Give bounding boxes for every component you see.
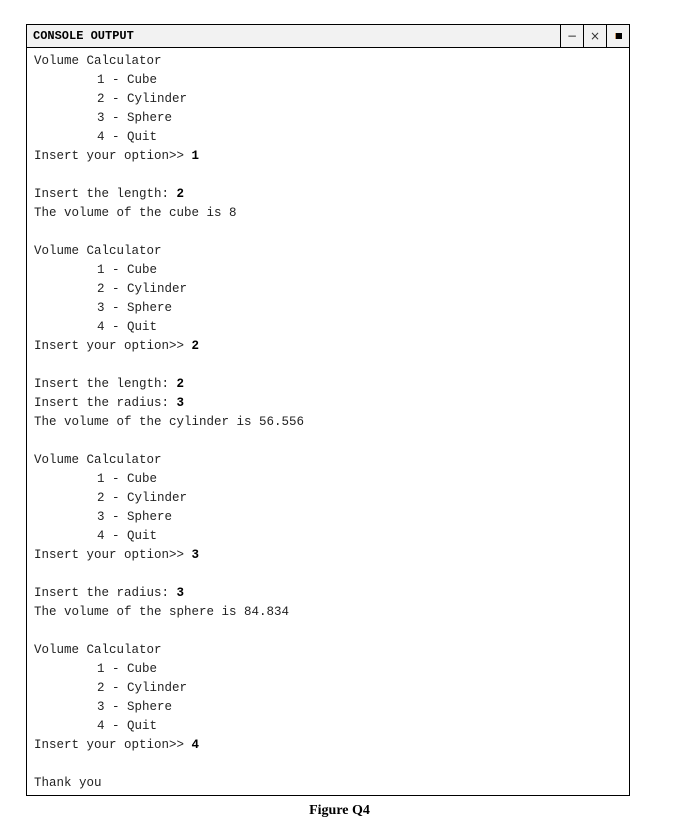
console-line-text: Insert your option>> [34, 149, 192, 163]
console-line-text: 3 - Sphere [97, 111, 173, 125]
user-input: 4 [191, 738, 200, 752]
console-line: Volume Calculator [34, 52, 629, 71]
console-line: The volume of the cube is 8 [34, 204, 629, 223]
console-line-text: 3 - Sphere [97, 700, 173, 714]
console-line-text: The volume of the cylinder is 56.556 [34, 415, 305, 429]
console-line: 3 - Sphere [34, 698, 629, 717]
console-line-text: 1 - Cube [97, 472, 158, 486]
console-line-text: 4 - Quit [97, 529, 158, 543]
console-line: Insert your option>> 4 [34, 736, 629, 755]
console-line-text: Insert your option>> [34, 548, 192, 562]
console-line-text: 1 - Cube [97, 73, 158, 87]
user-input: 2 [176, 377, 185, 391]
console-line: 4 - Quit [34, 717, 629, 736]
console-line-text: Insert the radius: [34, 586, 177, 600]
console-line-text: Volume Calculator [34, 244, 162, 258]
console-line: Insert the radius: 3 [34, 584, 629, 603]
user-input: 3 [176, 586, 185, 600]
close-button[interactable]: × [583, 25, 606, 47]
console-line-text: 3 - Sphere [97, 301, 173, 315]
user-input: 1 [191, 149, 200, 163]
console-line-text: The volume of the cube is 8 [34, 206, 237, 220]
console-output: Volume Calculator 1 - Cube 2 - Cylinder 3 -… [27, 48, 629, 793]
user-input: 3 [191, 548, 200, 562]
console-line: 2 - Cylinder [34, 90, 629, 109]
console-line: 1 - Cube [34, 470, 629, 489]
console-line: The volume of the cylinder is 56.556 [34, 413, 629, 432]
console-line: The volume of the sphere is 84.834 [34, 603, 629, 622]
console-line-text: Volume Calculator [34, 54, 162, 68]
maximize-button[interactable] [606, 25, 629, 47]
console-line: Insert your option>> 3 [34, 546, 629, 565]
console-line-text: Insert your option>> [34, 339, 192, 353]
window-controls: − × [560, 25, 629, 47]
console-line-text: 2 - Cylinder [97, 491, 188, 505]
console-line: 1 - Cube [34, 660, 629, 679]
console-line: 4 - Quit [34, 318, 629, 337]
console-line: 2 - Cylinder [34, 679, 629, 698]
user-input: 2 [176, 187, 185, 201]
console-line-text: The volume of the sphere is 84.834 [34, 605, 290, 619]
console-line: 2 - Cylinder [34, 280, 629, 299]
console-line-text: Volume Calculator [34, 643, 162, 657]
console-line-text: 1 - Cube [97, 263, 158, 277]
console-line: 1 - Cube [34, 261, 629, 280]
console-line-text: Insert your option>> [34, 738, 192, 752]
title-bar: CONSOLE OUTPUT − × [27, 25, 629, 48]
console-line: 3 - Sphere [34, 299, 629, 318]
console-line-text: 2 - Cylinder [97, 681, 188, 695]
console-line: Volume Calculator [34, 242, 629, 261]
console-line: 2 - Cylinder [34, 489, 629, 508]
console-line: Volume Calculator [34, 451, 629, 470]
console-line: Insert your option>> 2 [34, 337, 629, 356]
console-line-text: 4 - Quit [97, 719, 158, 733]
minimize-icon: − [566, 29, 578, 43]
console-line-text: 3 - Sphere [97, 510, 173, 524]
console-line-text: Thank you [34, 776, 102, 790]
console-line: 1 - Cube [34, 71, 629, 90]
console-line: Insert the length: 2 [34, 185, 629, 204]
console-line: 3 - Sphere [34, 109, 629, 128]
maximize-icon [614, 33, 622, 39]
console-line: Insert the length: 2 [34, 375, 629, 394]
console-line-text: 2 - Cylinder [97, 282, 188, 296]
console-line-text: Insert the length: [34, 187, 177, 201]
console-line: Thank you [34, 774, 629, 793]
console-line-text: 4 - Quit [97, 130, 158, 144]
console-line-text: Insert the length: [34, 377, 177, 391]
console-window: CONSOLE OUTPUT − × Volume Calculator 1 - … [26, 24, 630, 796]
console-line-text: 1 - Cube [97, 662, 158, 676]
console-line: Insert the radius: 3 [34, 394, 629, 413]
close-icon: × [589, 29, 601, 43]
user-input: 3 [176, 396, 185, 410]
console-line: Insert your option>> 1 [34, 147, 629, 166]
console-line: 3 - Sphere [34, 508, 629, 527]
console-line-text: 4 - Quit [97, 320, 158, 334]
console-line: 4 - Quit [34, 128, 629, 147]
console-line-text: 2 - Cylinder [97, 92, 188, 106]
console-line-text: Volume Calculator [34, 453, 162, 467]
window-title: CONSOLE OUTPUT [33, 29, 134, 43]
figure-caption: Figure Q4 [309, 803, 370, 818]
minimize-button[interactable]: − [560, 25, 583, 47]
console-line: 4 - Quit [34, 527, 629, 546]
console-line-text: Insert the radius: [34, 396, 177, 410]
console-line: Volume Calculator [34, 641, 629, 660]
user-input: 2 [191, 339, 200, 353]
